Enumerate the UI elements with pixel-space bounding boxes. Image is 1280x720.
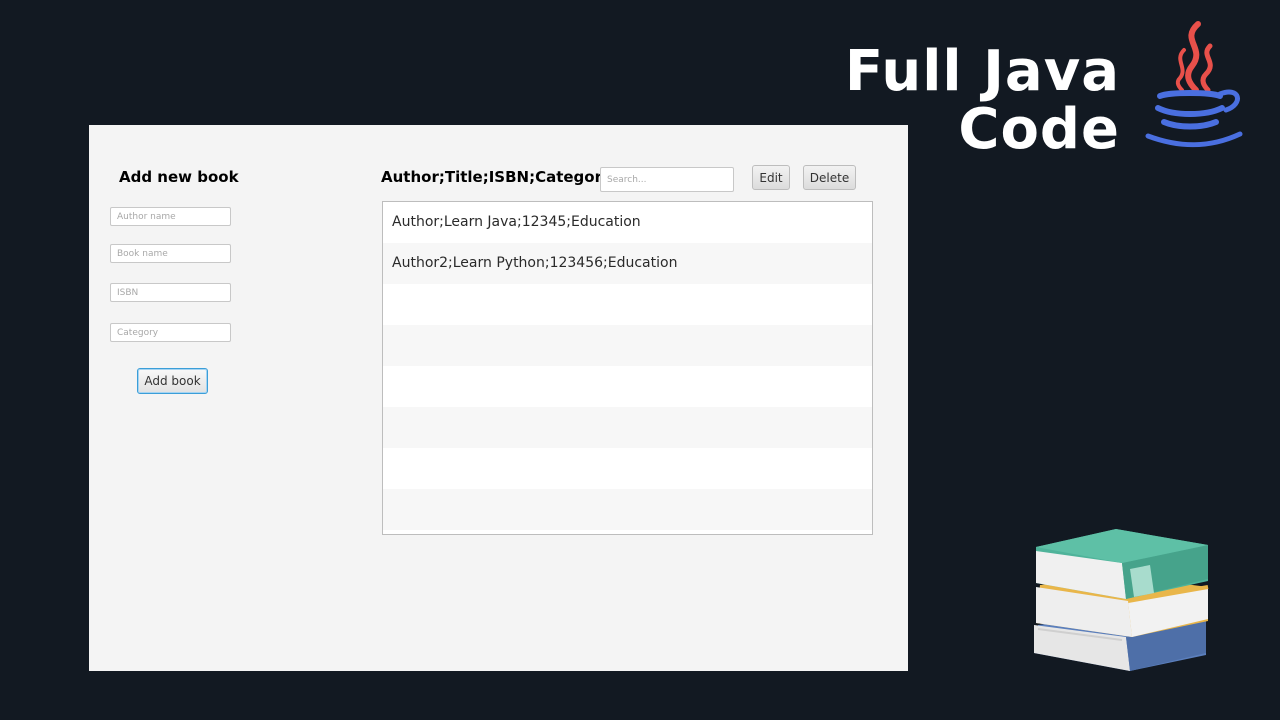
list-item[interactable]: Author;Learn Java;12345;Education: [383, 202, 872, 243]
edit-button[interactable]: Edit: [752, 165, 790, 190]
author-name-field[interactable]: [110, 207, 231, 226]
book-list-header: Author;Title;ISBN;Category: [381, 168, 612, 186]
list-item-empty[interactable]: [383, 284, 872, 325]
list-item-empty[interactable]: [383, 448, 872, 489]
book-name-field[interactable]: [110, 244, 231, 263]
banner-title-line1: Full Java: [844, 39, 1120, 104]
list-item-empty[interactable]: [383, 325, 872, 366]
isbn-field[interactable]: [110, 283, 231, 302]
app-window: Add new book Add book Author;Title;ISBN;…: [89, 125, 908, 671]
list-item-empty[interactable]: [383, 366, 872, 407]
search-input[interactable]: [600, 167, 734, 192]
category-field[interactable]: [110, 323, 231, 342]
java-logo-icon: [1145, 21, 1243, 148]
list-item-empty[interactable]: [383, 407, 872, 448]
list-item[interactable]: Author2;Learn Python;123456;Education: [383, 243, 872, 284]
list-item-empty[interactable]: [383, 489, 872, 530]
books-icon: [1034, 529, 1209, 671]
add-book-button[interactable]: Add book: [137, 368, 208, 394]
add-book-title: Add new book: [119, 168, 239, 186]
delete-button[interactable]: Delete: [803, 165, 856, 190]
banner-title-line2: Code: [958, 97, 1120, 162]
book-list[interactable]: Author;Learn Java;12345;Education Author…: [382, 201, 873, 535]
